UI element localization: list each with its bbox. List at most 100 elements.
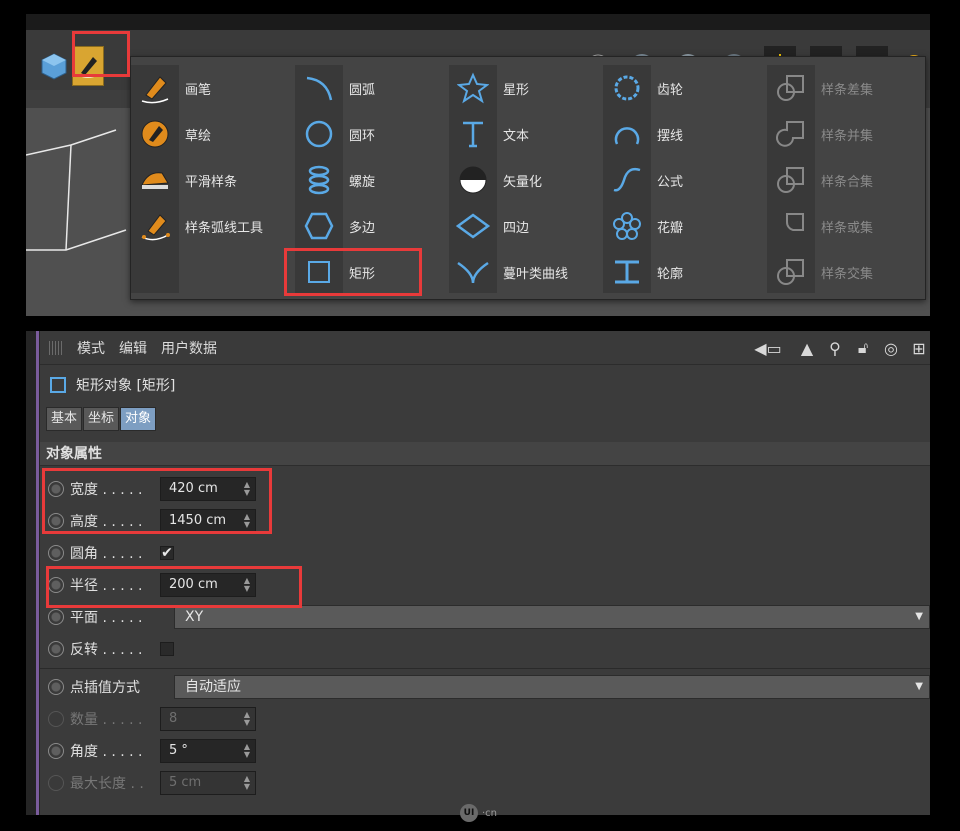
prop-angle: 角度 . . . . . 5 ° ▲ ▼ [40, 736, 930, 766]
circle-icon [295, 111, 343, 157]
menu-item-profile[interactable]: 轮廓 [603, 249, 758, 295]
chevron-down-icon: ▼ [915, 611, 923, 622]
spinner-icon: ▲ ▼ [243, 742, 251, 759]
spline-menu-screenshot: 画笔 草绘 平滑样条 样条弧线工具 圆弧 圆环 螺旋 多边 矩形 星形 文本 矢… [26, 14, 930, 316]
search-icon[interactable]: ⚲ [824, 336, 846, 360]
cissoid-icon [449, 249, 497, 295]
menu-item-text[interactable]: 文本 [449, 111, 604, 157]
animate-radio [48, 711, 64, 727]
chevron-down-icon: ▼ [915, 681, 923, 692]
grip-icon [49, 340, 63, 355]
spinner-icon: ▲ ▼ [243, 512, 251, 529]
menu-item-spline-or[interactable]: 样条或集 [767, 203, 922, 249]
rectangle-icon [295, 249, 343, 295]
back-arrow-icon[interactable]: ◀▭ [746, 336, 790, 360]
menu-item-circle[interactable]: 圆环 [295, 111, 450, 157]
attribute-manager-screenshot: 模式 编辑 用户数据 ◀▭ ▲ ⚲ 🔓︎ ◎ ⊞ 矩形对象 [矩形] 基本 坐标… [26, 331, 930, 815]
menu-item-spline-arc-tool[interactable]: 样条弧线工具 [131, 203, 286, 249]
prop-interpolation: 点插值方式 自动适应 ▼ [40, 672, 930, 702]
four-side-icon [449, 203, 497, 249]
menu-item-helix[interactable]: 螺旋 [295, 157, 450, 203]
height-field[interactable]: 1450 cm ▲ ▼ [160, 509, 256, 533]
menu-item-spline-subtract[interactable]: 样条差集 [767, 65, 922, 111]
tab-basic[interactable]: 基本 [46, 407, 83, 431]
pen-spline-button[interactable] [72, 46, 104, 86]
new-panel-icon[interactable]: ⊞ [908, 336, 930, 360]
left-dock-strip [26, 331, 40, 815]
menu-item-sketch[interactable]: 草绘 [131, 111, 286, 157]
prop-max-length: 最大长度 . . 5 cm ▲ ▼ [40, 768, 930, 798]
smooth-spline-icon [131, 157, 179, 203]
menu-item-rectangle[interactable]: 矩形 [295, 249, 450, 295]
animate-radio[interactable] [48, 743, 64, 759]
formula-icon [603, 157, 651, 203]
tab-bar: 基本 坐标 对象 [46, 407, 157, 431]
menu-item-formula[interactable]: 公式 [603, 157, 758, 203]
am-toolbar: ◀▭ ▲ ⚲ 🔓︎ ◎ ⊞ [746, 335, 930, 361]
rectangle-icon [50, 377, 66, 393]
object-title: 矩形对象 [矩形] [50, 375, 175, 395]
animate-radio[interactable] [48, 513, 64, 529]
menu-item-spline-and[interactable]: 样条合集 [767, 157, 922, 203]
menu-item-cycloid[interactable]: 摆线 [603, 111, 758, 157]
menu-item-vectorize[interactable]: 矢量化 [449, 157, 604, 203]
menu-item-cog[interactable]: 齿轮 [603, 65, 758, 111]
spinner-icon: ▲ ▼ [243, 480, 251, 497]
section-object-properties: 对象属性 [40, 442, 930, 466]
menu-item-smooth-spline[interactable]: 平滑样条 [131, 157, 286, 203]
spline-intersect-icon [767, 249, 815, 295]
animate-radio[interactable] [48, 641, 64, 657]
animate-radio[interactable] [48, 679, 64, 695]
spline-palette: 画笔 草绘 平滑样条 样条弧线工具 圆弧 圆环 螺旋 多边 矩形 星形 文本 矢… [130, 56, 926, 300]
spline-arc-tool-icon [131, 203, 179, 249]
animate-radio[interactable] [48, 481, 64, 497]
interpolation-dropdown[interactable]: 自动适应 ▼ [174, 675, 930, 699]
animate-radio[interactable] [48, 577, 64, 593]
menu-item-spline-intersect[interactable]: 样条交集 [767, 249, 922, 295]
menu-user-data[interactable]: 用户数据 [161, 338, 217, 358]
vectorize-icon [449, 157, 497, 203]
pen-icon [131, 65, 179, 111]
animate-radio[interactable] [48, 609, 64, 625]
menu-item-cissoid[interactable]: 蔓叶类曲线 [449, 249, 604, 295]
prop-width: 宽度 . . . . . 420 cm ▲ ▼ [40, 474, 930, 504]
title-bar [26, 14, 930, 30]
spinner-icon: ▲ ▼ [243, 710, 251, 727]
menu-item-flower[interactable]: 花瓣 [603, 203, 758, 249]
angle-field[interactable]: 5 ° ▲ ▼ [160, 739, 256, 763]
reverse-checkbox[interactable] [160, 642, 174, 656]
width-field[interactable]: 420 cm ▲ ▼ [160, 477, 256, 501]
helix-icon [295, 157, 343, 203]
menu-item-arc[interactable]: 圆弧 [295, 65, 450, 111]
menu-item-polygon[interactable]: 多边 [295, 203, 450, 249]
tab-coord[interactable]: 坐标 [83, 407, 120, 431]
rounding-checkbox[interactable]: ✔ [160, 546, 174, 560]
profile-icon [603, 249, 651, 295]
ui-cn-logo: UI [460, 804, 478, 822]
animate-radio[interactable] [48, 545, 64, 561]
menu-edit[interactable]: 编辑 [119, 338, 147, 358]
lock-icon[interactable]: 🔓︎ [852, 336, 874, 360]
tab-object[interactable]: 对象 [120, 407, 157, 431]
menu-item-spline-union[interactable]: 样条并集 [767, 111, 922, 157]
cycloid-icon [603, 111, 651, 157]
star-icon [449, 65, 497, 111]
max-length-field: 5 cm ▲ ▼ [160, 771, 256, 795]
attribute-manager: 模式 编辑 用户数据 ◀▭ ▲ ⚲ 🔓︎ ◎ ⊞ 矩形对象 [矩形] 基本 坐标… [40, 331, 930, 815]
menu-mode[interactable]: 模式 [77, 338, 105, 358]
prop-plane: 平面 . . . . . XY ▼ [40, 602, 930, 632]
menu-item-pen[interactable]: 画笔 [131, 65, 286, 111]
plane-dropdown[interactable]: XY ▼ [174, 605, 930, 629]
menu-item-star[interactable]: 星形 [449, 65, 604, 111]
am-menubar: 模式 编辑 用户数据 ◀▭ ▲ ⚲ 🔓︎ ◎ ⊞ [40, 331, 930, 365]
polygon-icon [295, 203, 343, 249]
spline-or-icon [767, 203, 815, 249]
text-icon [449, 111, 497, 157]
count-field: 8 ▲ ▼ [160, 707, 256, 731]
animate-radio [48, 775, 64, 791]
menu-item-four-side[interactable]: 四边 [449, 203, 604, 249]
cube-icon[interactable] [38, 46, 70, 86]
up-arrow-icon[interactable]: ▲ [796, 336, 818, 360]
target-icon[interactable]: ◎ [880, 336, 902, 360]
radius-field[interactable]: 200 cm ▲ ▼ [160, 573, 256, 597]
